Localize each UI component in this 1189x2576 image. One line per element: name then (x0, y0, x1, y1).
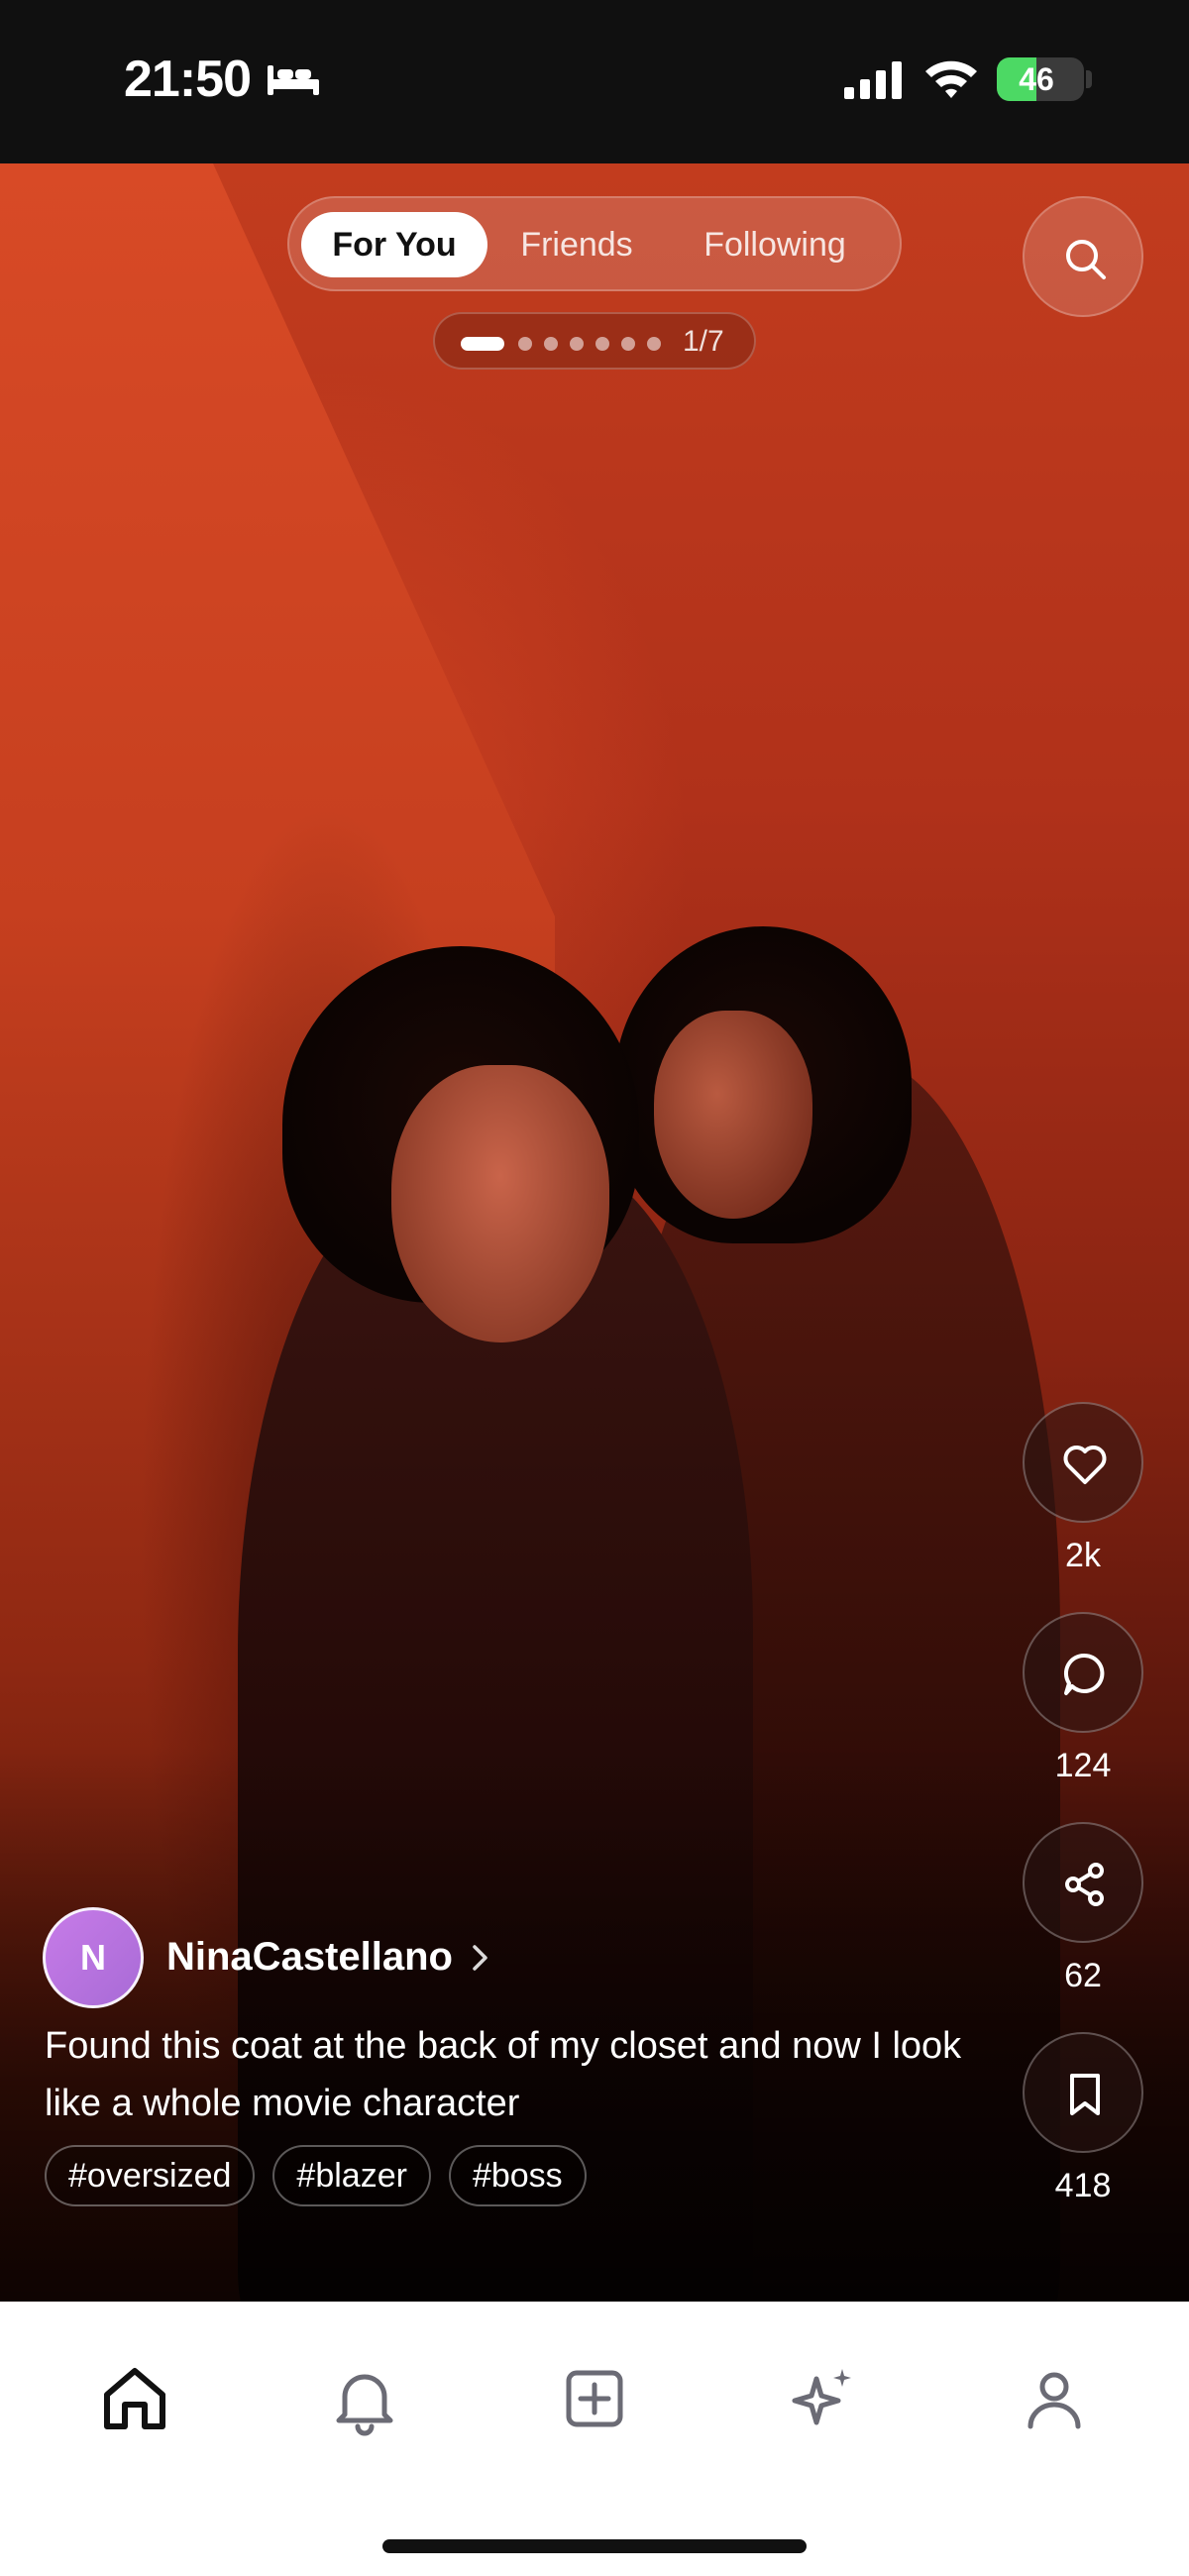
page-dot (518, 337, 532, 351)
hashtag-chip[interactable]: #boss (448, 2145, 587, 2206)
add-post-icon (566, 2370, 623, 2427)
like-button[interactable] (1023, 1402, 1143, 1523)
bell-icon (336, 2374, 393, 2436)
nav-home[interactable] (95, 2359, 174, 2438)
home-icon (104, 2368, 165, 2429)
author-name[interactable]: NinaCastellano (166, 1932, 453, 1982)
sparkles-icon (792, 2369, 851, 2425)
share-icon (1065, 1863, 1104, 1906)
battery-cap (1086, 70, 1092, 88)
page-dot (647, 337, 661, 351)
hashtag-chip[interactable]: #blazer (272, 2145, 431, 2206)
cellular-signal-icon (844, 61, 902, 99)
photo-figure-left-face (391, 1065, 609, 1342)
hashtag-chip[interactable]: #oversized (45, 2145, 256, 2206)
save-count: 418 (1054, 2167, 1112, 2204)
post-caption: Found this coat at the back of my closet… (45, 2025, 962, 2124)
bottom-nav (0, 2302, 1189, 2576)
page-count: 1/7 (683, 325, 724, 358)
search-button[interactable] (1023, 196, 1143, 317)
page-dot (595, 337, 609, 351)
save-button[interactable] (1023, 2032, 1143, 2153)
share-button[interactable] (1023, 1822, 1143, 1943)
photo-figure-right-face (654, 1011, 812, 1219)
hashtag-list: #oversized #blazer #boss (45, 2145, 587, 2206)
app-screen: 21:50 46 For You Friends Following 1/7 2… (0, 0, 1189, 2576)
comment-bubble-icon (1063, 1653, 1105, 1695)
chevron-right-icon[interactable] (470, 1942, 491, 1974)
tab-for-you[interactable]: For You (301, 212, 487, 277)
profile-icon (1027, 2372, 1081, 2429)
nav-notifications[interactable] (325, 2359, 404, 2438)
tab-following[interactable]: Following (666, 212, 884, 277)
feed-tabs: For You Friends Following (287, 196, 902, 291)
status-time: 21:50 (124, 51, 252, 108)
comment-count: 124 (1054, 1747, 1112, 1784)
tab-friends[interactable]: Friends (502, 212, 651, 277)
bookmark-icon (1070, 2074, 1100, 2115)
page-dot (544, 337, 558, 351)
battery-indicator: 46 (997, 57, 1084, 101)
search-icon (1066, 240, 1106, 279)
nav-profile[interactable] (1015, 2359, 1094, 2438)
nav-discover[interactable] (785, 2359, 864, 2438)
author-avatar[interactable]: N (43, 1907, 144, 2008)
wifi-icon (925, 60, 977, 98)
comment-button[interactable] (1023, 1612, 1143, 1733)
page-indicator: 1/7 (433, 312, 756, 370)
status-bar: 21:50 46 (0, 0, 1189, 163)
battery-percent: 46 (1019, 61, 1054, 97)
heart-icon (1063, 1446, 1107, 1484)
home-indicator (382, 2539, 807, 2553)
nav-create[interactable] (555, 2359, 634, 2438)
like-count: 2k (1065, 1537, 1101, 1574)
share-count: 62 (1064, 1957, 1102, 1994)
bed-icon (268, 65, 319, 95)
page-dot (621, 337, 635, 351)
page-dot-active (461, 337, 504, 351)
page-dot (570, 337, 584, 351)
